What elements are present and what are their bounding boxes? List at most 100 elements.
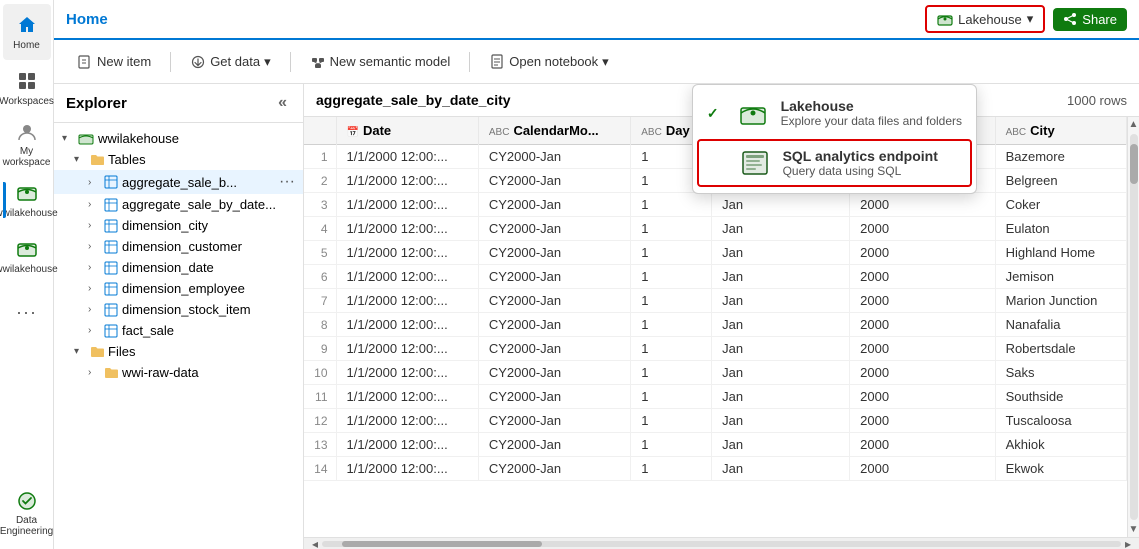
table-body: 1 1/1/2000 12:00:... CY2000-Jan 1 Jan 20… xyxy=(304,145,1127,481)
vertical-scrollbar[interactable]: ▲ ▼ xyxy=(1127,117,1139,537)
city-cell: Marion Junction xyxy=(995,289,1126,313)
chevron-right-icon-1: › xyxy=(88,199,100,210)
explorer-panel: Explorer « ▾ wwilakehouse ▾ Tables xyxy=(54,84,304,549)
row-num-cell: 9 xyxy=(304,337,336,361)
cal-cell: CY2000-Jan xyxy=(478,313,630,337)
sidebar-item-my-workspace[interactable]: Myworkspace xyxy=(3,116,51,172)
get-data-button[interactable]: Get data ▾ xyxy=(179,48,281,76)
scroll-left-arrow[interactable]: ◂ xyxy=(308,537,322,549)
new-item-icon xyxy=(77,54,93,70)
h-scroll-thumb[interactable] xyxy=(342,541,542,547)
share-button[interactable]: Share xyxy=(1053,8,1127,31)
table-row: 10 1/1/2000 12:00:... CY2000-Jan 1 Jan 2… xyxy=(304,361,1127,385)
tree-item-dimension-date[interactable]: › dimension_date xyxy=(54,257,303,278)
date-cell: 1/1/2000 12:00:... xyxy=(336,457,478,481)
tree-item-files[interactable]: ▾ Files xyxy=(54,341,303,362)
table-row: 7 1/1/2000 12:00:... CY2000-Jan 1 Jan 20… xyxy=(304,289,1127,313)
year-cell: 2000 xyxy=(850,337,995,361)
tree-item-dimension-stock-item[interactable]: › dimension_stock_item xyxy=(54,299,303,320)
tree-item-aggregate-sale-by-date[interactable]: › aggregate_sale_by_date... xyxy=(54,194,303,215)
tree-label-wwilakehouse: wwilakehouse xyxy=(98,131,179,146)
more-icon: ··· xyxy=(15,300,39,324)
day-cell: 1 xyxy=(631,193,712,217)
content-area: Explorer « ▾ wwilakehouse ▾ Tables xyxy=(54,84,1139,549)
city-cell: Saks xyxy=(995,361,1126,385)
cal-cell: CY2000-Jan xyxy=(478,193,630,217)
get-data-icon xyxy=(190,54,206,70)
dropdown-item-sql[interactable]: ✓ SQL analytics endpoint Query data usin… xyxy=(697,139,972,187)
explorer-collapse-button[interactable]: « xyxy=(274,92,291,114)
dropdown-sql-title: SQL analytics endpoint xyxy=(783,148,938,164)
tree-label-4: dimension_date xyxy=(122,260,214,275)
row-num-cell: 12 xyxy=(304,409,336,433)
short-cell: Jan xyxy=(712,217,850,241)
sidebar-item-more[interactable]: ··· xyxy=(3,284,51,340)
scroll-down-arrow[interactable]: ▼ xyxy=(1127,522,1139,537)
sidebar-item-home-label: Home xyxy=(13,40,40,51)
tree-item-wwilakehouse[interactable]: ▾ wwilakehouse xyxy=(54,127,303,149)
city-cell: Bazemore xyxy=(995,145,1126,169)
home-icon xyxy=(15,13,39,37)
short-cell: Jan xyxy=(712,313,850,337)
date-cell: 1/1/2000 12:00:... xyxy=(336,145,478,169)
tree-item-wwi-raw-data[interactable]: › wwi-raw-data xyxy=(54,362,303,383)
sidebar-item-workspaces-label: Workspaces xyxy=(0,96,54,107)
sidebar-item-my-workspace-label: Myworkspace xyxy=(3,146,51,168)
sidebar-item-wwilakehouse2[interactable]: wwilakehouse xyxy=(3,228,51,284)
new-semantic-model-button[interactable]: New semantic model xyxy=(299,48,462,76)
date-cell: 1/1/2000 12:00:... xyxy=(336,385,478,409)
table-row: 6 1/1/2000 12:00:... CY2000-Jan 1 Jan 20… xyxy=(304,265,1127,289)
tree-item-fact-sale[interactable]: › fact_sale xyxy=(54,320,303,341)
city-cell: Highland Home xyxy=(995,241,1126,265)
new-semantic-model-label: New semantic model xyxy=(330,54,451,69)
date-cell: 1/1/2000 12:00:... xyxy=(336,313,478,337)
day-cell: 1 xyxy=(631,433,712,457)
year-cell: 2000 xyxy=(850,265,995,289)
tree-item-tables[interactable]: ▾ Tables xyxy=(54,149,303,170)
dropdown-lakehouse-desc: Explore your data files and folders xyxy=(781,114,962,128)
scroll-track[interactable] xyxy=(1130,134,1138,520)
new-item-button[interactable]: New item xyxy=(66,48,162,76)
short-cell: Jan xyxy=(712,193,850,217)
year-cell: 2000 xyxy=(850,241,995,265)
check-mark-icon: ✓ xyxy=(707,105,719,122)
sidebar-item-data-engineering[interactable]: DataEngineering xyxy=(3,485,51,541)
open-notebook-button[interactable]: Open notebook ▾ xyxy=(478,48,619,76)
lakehouse-dropdown: ✓ Lakehouse Explore your data files and … xyxy=(692,84,977,194)
lakehouse-chevron: ▾ xyxy=(1027,11,1034,27)
col-header-date: 📅Date xyxy=(336,117,478,145)
table-icon-1 xyxy=(104,198,118,212)
row-num-cell: 6 xyxy=(304,265,336,289)
horizontal-scrollbar[interactable]: ◂ ▸ xyxy=(304,537,1139,549)
chevron-down-icon-files: ▾ xyxy=(74,346,86,357)
sidebar-item-home[interactable]: Home xyxy=(3,4,51,60)
h-scroll-track[interactable] xyxy=(322,541,1121,547)
tree-item-dimension-city[interactable]: › dimension_city xyxy=(54,215,303,236)
toolbar: New item Get data ▾ New semantic model O… xyxy=(54,40,1139,84)
data-row-count: 1000 rows xyxy=(1067,93,1127,108)
tree-label-1: aggregate_sale_by_date... xyxy=(122,197,276,212)
folder-icon-raw xyxy=(104,366,118,380)
tree-item-dimension-customer[interactable]: › dimension_customer xyxy=(54,236,303,257)
row-num-cell: 13 xyxy=(304,433,336,457)
short-cell: Jan xyxy=(712,457,850,481)
sql-endpoint-icon xyxy=(739,147,771,179)
sidebar-item-workspaces[interactable]: Workspaces xyxy=(3,60,51,116)
day-cell: 1 xyxy=(631,217,712,241)
short-cell: Jan xyxy=(712,385,850,409)
tree-label-2: dimension_city xyxy=(122,218,208,233)
tree-item-aggregate-sale-b[interactable]: › aggregate_sale_b... ··· xyxy=(54,170,303,194)
table-icon-2 xyxy=(104,219,118,233)
scroll-up-arrow[interactable]: ▲ xyxy=(1127,117,1139,132)
sidebar-item-wwilakehouse1[interactable]: wwilakehouse xyxy=(3,172,51,228)
dropdown-item-lakehouse[interactable]: ✓ Lakehouse Explore your data files and … xyxy=(693,89,976,137)
row-num-cell: 3 xyxy=(304,193,336,217)
city-cell: Robertsdale xyxy=(995,337,1126,361)
scroll-right-arrow[interactable]: ▸ xyxy=(1121,537,1135,549)
more-button-0[interactable]: ··· xyxy=(279,173,295,191)
tree-item-dimension-employee[interactable]: › dimension_employee xyxy=(54,278,303,299)
row-num-cell: 1 xyxy=(304,145,336,169)
lakehouse-button[interactable]: Lakehouse ▾ xyxy=(925,5,1045,33)
scroll-thumb[interactable] xyxy=(1130,144,1138,184)
year-cell: 2000 xyxy=(850,313,995,337)
